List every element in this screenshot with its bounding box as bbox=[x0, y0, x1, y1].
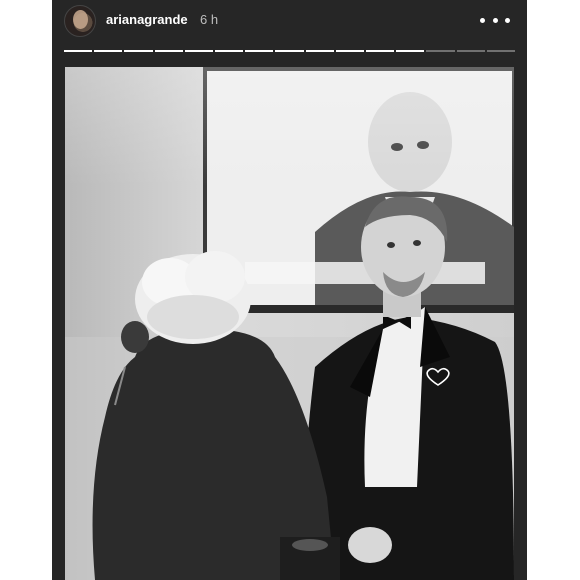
progress-segment bbox=[366, 50, 395, 52]
progress-segment bbox=[486, 50, 516, 52]
progress-segment bbox=[426, 50, 455, 52]
progress-segment bbox=[305, 50, 334, 52]
story-progress-bar bbox=[64, 50, 516, 53]
photo-illustration bbox=[65, 67, 514, 580]
progress-segment bbox=[184, 50, 214, 52]
story-photo[interactable] bbox=[65, 67, 514, 580]
progress-segment bbox=[154, 50, 183, 52]
progress-segment bbox=[94, 50, 123, 52]
story-header: arianagrande 6 h bbox=[52, 0, 527, 44]
progress-segment bbox=[245, 50, 274, 52]
progress-segment bbox=[335, 50, 365, 52]
dot-icon bbox=[480, 17, 485, 23]
progress-segment bbox=[215, 50, 244, 52]
username[interactable]: arianagrande bbox=[106, 12, 188, 27]
timestamp: 6 h bbox=[200, 12, 219, 27]
progress-segment bbox=[275, 50, 304, 52]
dot-icon bbox=[505, 17, 510, 23]
progress-segment bbox=[124, 50, 153, 52]
dot-icon bbox=[492, 17, 498, 23]
more-options-button[interactable] bbox=[480, 8, 510, 32]
progress-segment bbox=[456, 50, 485, 52]
story-viewer: arianagrande 6 h bbox=[52, 0, 527, 580]
avatar[interactable] bbox=[64, 5, 96, 37]
progress-segment bbox=[396, 50, 425, 52]
progress-segment bbox=[64, 50, 93, 52]
